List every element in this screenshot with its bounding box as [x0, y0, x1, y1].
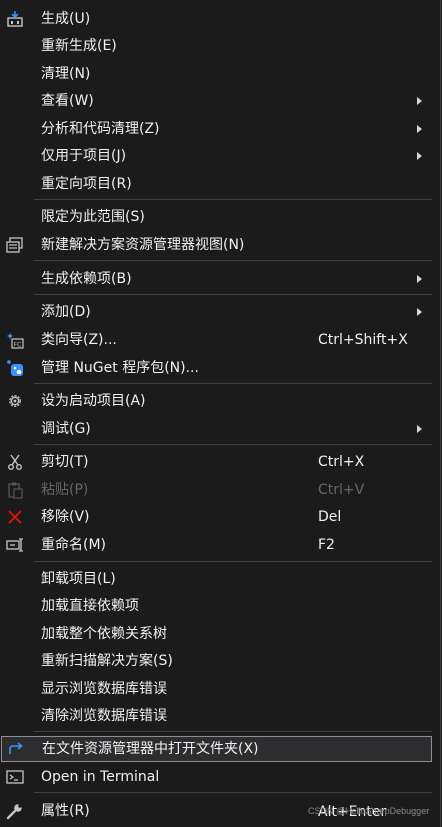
menu-item-label: 在文件资源管理器中打开文件夹(X) [42, 741, 259, 757]
menu-item-label: 重新生成(E) [41, 38, 117, 54]
menu-item-build[interactable]: 生成(U) [0, 6, 432, 32]
menu-item-label: 重定向项目(R) [41, 176, 132, 192]
menu-item-retarget[interactable]: 重定向项目(R) [0, 171, 432, 197]
menu-item-label: 卸载项目(L) [41, 571, 116, 587]
menu-item-clear-browse-db-errors[interactable]: 清除浏览数据库错误 [0, 703, 432, 729]
menu-item-label: 添加(D) [41, 304, 91, 320]
menu-item-label: 清理(N) [41, 66, 91, 82]
rename-icon [5, 535, 25, 555]
svg-text:FC: FC [14, 342, 22, 349]
menu-item-build-dependencies[interactable]: 生成依赖项(B) [0, 266, 432, 292]
menu-item-label: 粘贴(P) [41, 482, 89, 498]
menu-item-analyze[interactable]: 分析和代码清理(Z) [0, 116, 432, 142]
open-folder-icon [6, 739, 26, 759]
submenu-arrow-icon [417, 97, 422, 105]
menu-item-unload-project[interactable]: 卸载项目(L) [0, 566, 432, 592]
scissors-icon [5, 452, 25, 472]
menu-item-load-direct-deps[interactable]: 加载直接依赖项 [0, 593, 432, 619]
menu-item-cut[interactable]: 剪切(T) Ctrl+X [0, 449, 432, 475]
menu-item-label: 设为启动项目(A) [41, 393, 146, 409]
wrench-icon [5, 801, 25, 821]
menu-item-label: 查看(W) [41, 93, 94, 109]
new-view-icon [5, 235, 25, 255]
menu-item-show-browse-db-errors[interactable]: 显示浏览数据库错误 [0, 676, 432, 702]
menu-item-label: 仅用于项目(J) [41, 148, 127, 164]
menu-item-label: 加载直接依赖项 [41, 598, 139, 614]
menu-item-clean[interactable]: 清理(N) [0, 61, 432, 87]
menu-item-label: 管理 NuGet 程序包(N)... [41, 360, 199, 376]
menu-item-open-in-terminal[interactable]: Open in Terminal [0, 764, 432, 790]
menu-item-open-in-file-explorer[interactable]: 在文件资源管理器中打开文件夹(X) [1, 736, 432, 762]
menu-item-new-explorer-view[interactable]: 新建解决方案资源管理器视图(N) [0, 232, 432, 258]
menu-separator [34, 383, 432, 384]
class-wizard-icon: FC [5, 330, 25, 350]
menu-item-label: 生成依赖项(B) [41, 271, 132, 287]
menu-item-shortcut: Ctrl+X [318, 454, 365, 470]
submenu-arrow-icon [417, 152, 422, 160]
menu-item-label: 生成(U) [41, 11, 91, 27]
watermark-text: CSDN @HelloSharpDebugger [308, 806, 430, 816]
menu-item-label: 新建解决方案资源管理器视图(N) [41, 237, 245, 253]
gear-icon [5, 391, 25, 411]
submenu-arrow-icon [417, 275, 422, 283]
menu-item-label: 重新扫描解决方案(S) [41, 653, 173, 669]
menu-item-label: 重命名(M) [41, 537, 107, 553]
solution-explorer-context-menu: 生成(U) 重新生成(E) 清理(N) 查看(W) 分析和代码清理(Z) 仅用于… [0, 0, 441, 827]
menu-item-label: 分析和代码清理(Z) [41, 121, 160, 137]
menu-separator [34, 561, 432, 562]
menu-item-debug[interactable]: 调试(G) [0, 416, 432, 442]
menu-item-view[interactable]: 查看(W) [0, 88, 432, 114]
menu-item-add[interactable]: 添加(D) [0, 299, 432, 325]
menu-item-shortcut: Ctrl+Shift+X [318, 332, 408, 348]
menu-item-shortcut: Ctrl+V [318, 482, 365, 498]
menu-item-label: 限定为此范围(S) [41, 209, 145, 225]
menu-item-scope-to-this[interactable]: 限定为此范围(S) [0, 204, 432, 230]
paste-icon [5, 480, 25, 500]
build-icon [5, 9, 25, 29]
menu-item-manage-nuget[interactable]: 管理 NuGet 程序包(N)... [0, 355, 432, 381]
menu-item-set-startup[interactable]: 设为启动项目(A) [0, 388, 432, 414]
menu-item-load-dep-tree[interactable]: 加载整个依赖关系树 [0, 621, 432, 647]
menu-item-label: 加载整个依赖关系树 [41, 626, 167, 642]
submenu-arrow-icon [417, 425, 422, 433]
menu-item-rename[interactable]: 重命名(M) F2 [0, 532, 432, 558]
menu-item-label: 属性(R) [41, 803, 90, 819]
menu-item-label: 剪切(T) [41, 454, 89, 470]
menu-separator [34, 444, 432, 445]
menu-separator [34, 199, 432, 200]
menu-item-paste: 粘贴(P) Ctrl+V [0, 477, 432, 503]
menu-item-class-wizard[interactable]: FC 类向导(Z)... Ctrl+Shift+X [0, 327, 432, 353]
menu-separator [34, 260, 432, 261]
submenu-arrow-icon [417, 125, 422, 133]
menu-item-label: 调试(G) [41, 421, 91, 437]
remove-icon [5, 507, 25, 527]
menu-item-label: 移除(V) [41, 509, 90, 525]
menu-item-project-only[interactable]: 仅用于项目(J) [0, 143, 432, 169]
menu-item-remove[interactable]: 移除(V) Del [0, 504, 432, 530]
menu-separator [34, 294, 432, 295]
terminal-icon [5, 767, 25, 787]
menu-item-label: 清除浏览数据库错误 [41, 708, 167, 724]
menu-separator [34, 731, 432, 732]
menu-item-label: Open in Terminal [41, 769, 160, 785]
menu-item-label: 显示浏览数据库错误 [41, 681, 167, 697]
menu-item-shortcut: Del [318, 509, 342, 525]
submenu-arrow-icon [417, 308, 422, 316]
menu-separator [34, 792, 432, 793]
menu-item-rebuild[interactable]: 重新生成(E) [0, 33, 432, 59]
menu-item-label: 类向导(Z)... [41, 332, 117, 348]
menu-item-shortcut: F2 [318, 537, 335, 553]
nuget-icon [5, 358, 25, 378]
menu-item-rescan-solution[interactable]: 重新扫描解决方案(S) [0, 648, 432, 674]
